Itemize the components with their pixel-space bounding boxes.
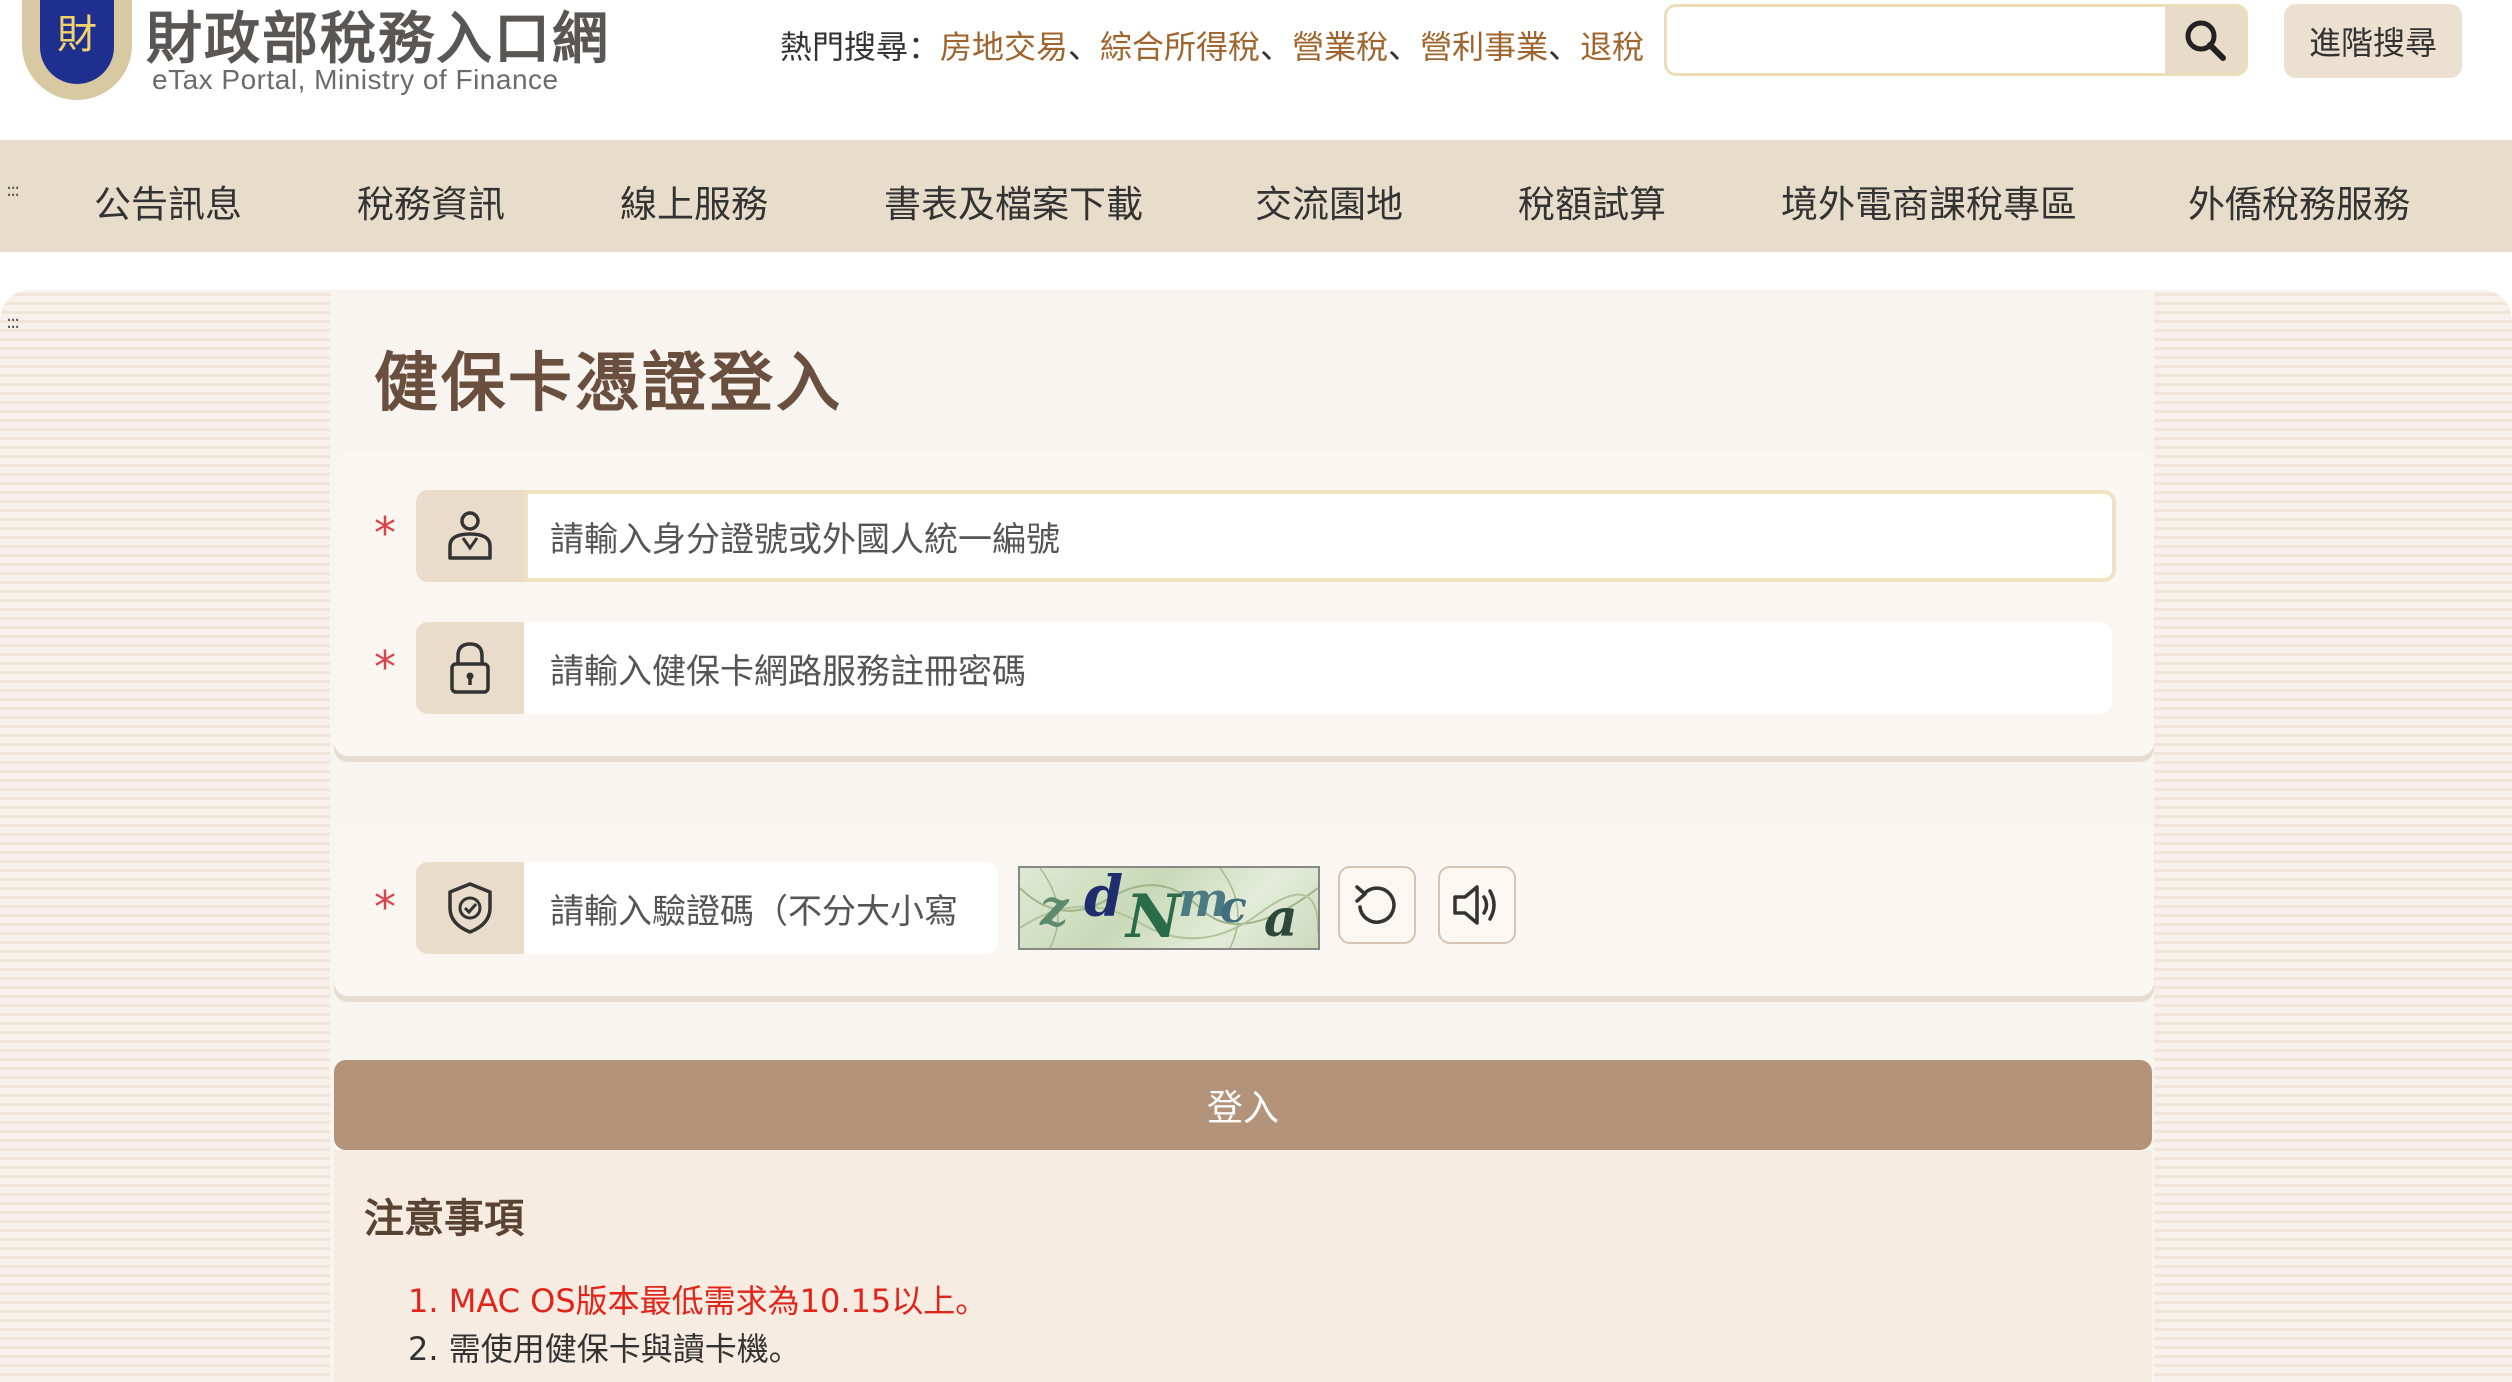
shield-check-icon (448, 882, 492, 934)
required-mark: * (374, 882, 396, 933)
hot-search-link[interactable]: 退稅 (1580, 28, 1644, 66)
nav-item-online-services[interactable]: 線上服務 (620, 174, 768, 228)
refresh-icon (1355, 885, 1396, 924)
nav-item-cross-border-ecommerce[interactable]: 境外電商課稅專區 (1781, 174, 2077, 228)
site-subtitle: eTax Portal, Ministry of Finance (152, 64, 559, 95)
search-icon (2185, 20, 2226, 61)
notice-item: 1. MAC OS版本最低需求為10.15以上。 (408, 1282, 988, 1320)
refresh-captcha-button[interactable] (1338, 866, 1416, 944)
nav-item-tax-calculator[interactable]: 稅額試算 (1518, 174, 1666, 228)
nav-item-announcements[interactable]: 公告訊息 (94, 174, 242, 228)
hot-search-label: 熱門搜尋： (780, 28, 941, 66)
id-field: 請輸入身分證號或外國人統一編號 (416, 490, 2116, 582)
id-input[interactable]: 請輸入身分證號或外國人統一編號 (524, 490, 2116, 582)
hot-search-link[interactable]: 房地交易 (940, 28, 1068, 66)
separator: 、 (1548, 28, 1581, 66)
nav-item-foreign-resident-tax[interactable]: 外僑稅務服務 (2188, 174, 2410, 228)
password-field: 請輸入健保卡網路服務註冊密碼 (416, 622, 2112, 714)
hot-search-link[interactable]: 營業稅 (1292, 28, 1388, 66)
notice-item: 2. 需使用健保卡與讀卡機。 (408, 1330, 801, 1368)
login-button[interactable]: 登入 (334, 1060, 2152, 1150)
page-title: 健保卡憑證登入 (374, 347, 843, 421)
captcha-char: a (1264, 888, 1298, 949)
captcha-field: 請輸入驗證碼（不分大小寫 (416, 862, 998, 954)
captcha-input[interactable]: 請輸入驗證碼（不分大小寫 (524, 862, 998, 954)
captcha-icon-box (416, 862, 524, 954)
id-icon-box (416, 490, 524, 582)
nav-item-tax-info[interactable]: 稅務資訊 (357, 174, 505, 228)
required-mark: * (374, 508, 396, 559)
user-icon (448, 511, 492, 560)
nav-item-forms-download[interactable]: 書表及檔案下載 (884, 174, 1143, 228)
separator: 、 (1388, 28, 1421, 66)
ministry-emblem-icon[interactable]: 財 (22, 0, 132, 100)
captcha-char: N (1126, 882, 1181, 950)
captcha-image: z d N m c a (1018, 866, 1320, 950)
hot-search-link[interactable]: 營利事業 (1420, 28, 1548, 66)
speaker-icon (1453, 885, 1496, 925)
password-icon-box (416, 622, 524, 714)
password-input[interactable]: 請輸入健保卡網路服務註冊密碼 (524, 622, 2112, 714)
lock-icon (450, 642, 490, 694)
hot-search: 熱門搜尋：房地交易、綜合所得稅、營業稅、營利事業、退稅 (780, 22, 1644, 68)
search-box (1664, 4, 2248, 76)
emblem-text: 財 (40, 0, 114, 84)
captcha-char: z (1040, 878, 1069, 937)
site-header: 財 財政部稅務入口網 eTax Portal, Ministry of Fina… (0, 0, 2512, 140)
main-nav: ::: 公告訊息 稅務資訊 線上服務 書表及檔案下載 交流園地 稅額試算 境外電… (0, 140, 2512, 252)
nav-item-forum[interactable]: 交流園地 (1255, 174, 1403, 228)
captcha-char: c (1220, 882, 1247, 933)
separator: 、 (1260, 28, 1293, 66)
notice-title: 注意事項 (364, 1196, 524, 1242)
drag-handle-icon: ::: (6, 312, 20, 333)
drag-handle-icon: ::: (6, 180, 20, 201)
search-input[interactable] (1667, 7, 2199, 73)
advanced-search-button[interactable]: 進階搜尋 (2284, 4, 2462, 78)
required-mark: * (374, 642, 396, 693)
audio-captcha-button[interactable] (1438, 866, 1516, 944)
captcha-char: d (1084, 866, 1124, 930)
search-button[interactable] (2165, 7, 2245, 73)
separator: 、 (1068, 28, 1101, 66)
hot-search-link[interactable]: 綜合所得稅 (1100, 28, 1260, 66)
